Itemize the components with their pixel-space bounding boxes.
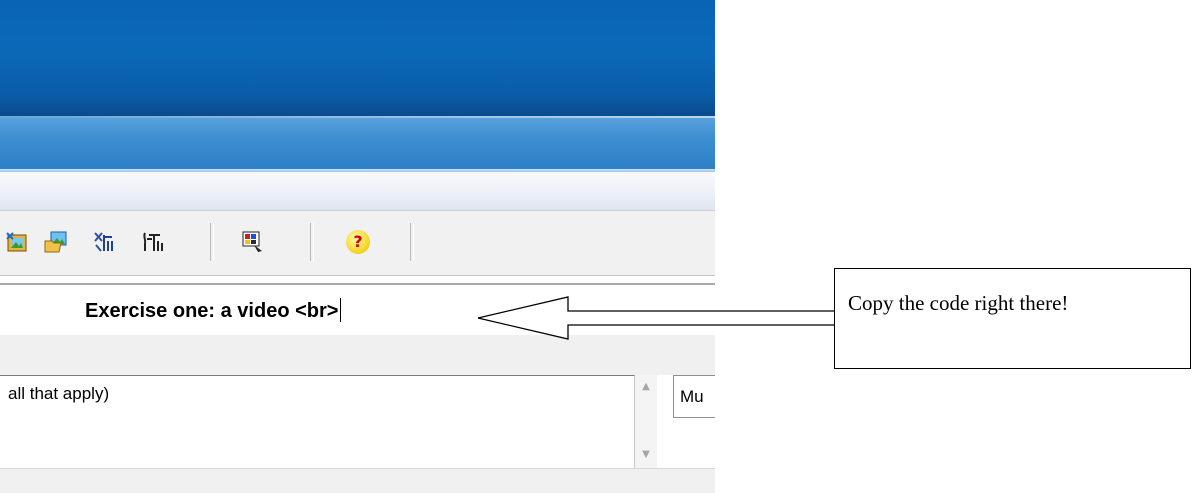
- callout-box: Copy the code right there!: [834, 268, 1191, 369]
- callout-text: Copy the code right there!: [848, 291, 1069, 315]
- callout-arrow: [477, 296, 834, 340]
- screenshot-root: ? Exercise one: a video <br> all that ap…: [0, 0, 1195, 493]
